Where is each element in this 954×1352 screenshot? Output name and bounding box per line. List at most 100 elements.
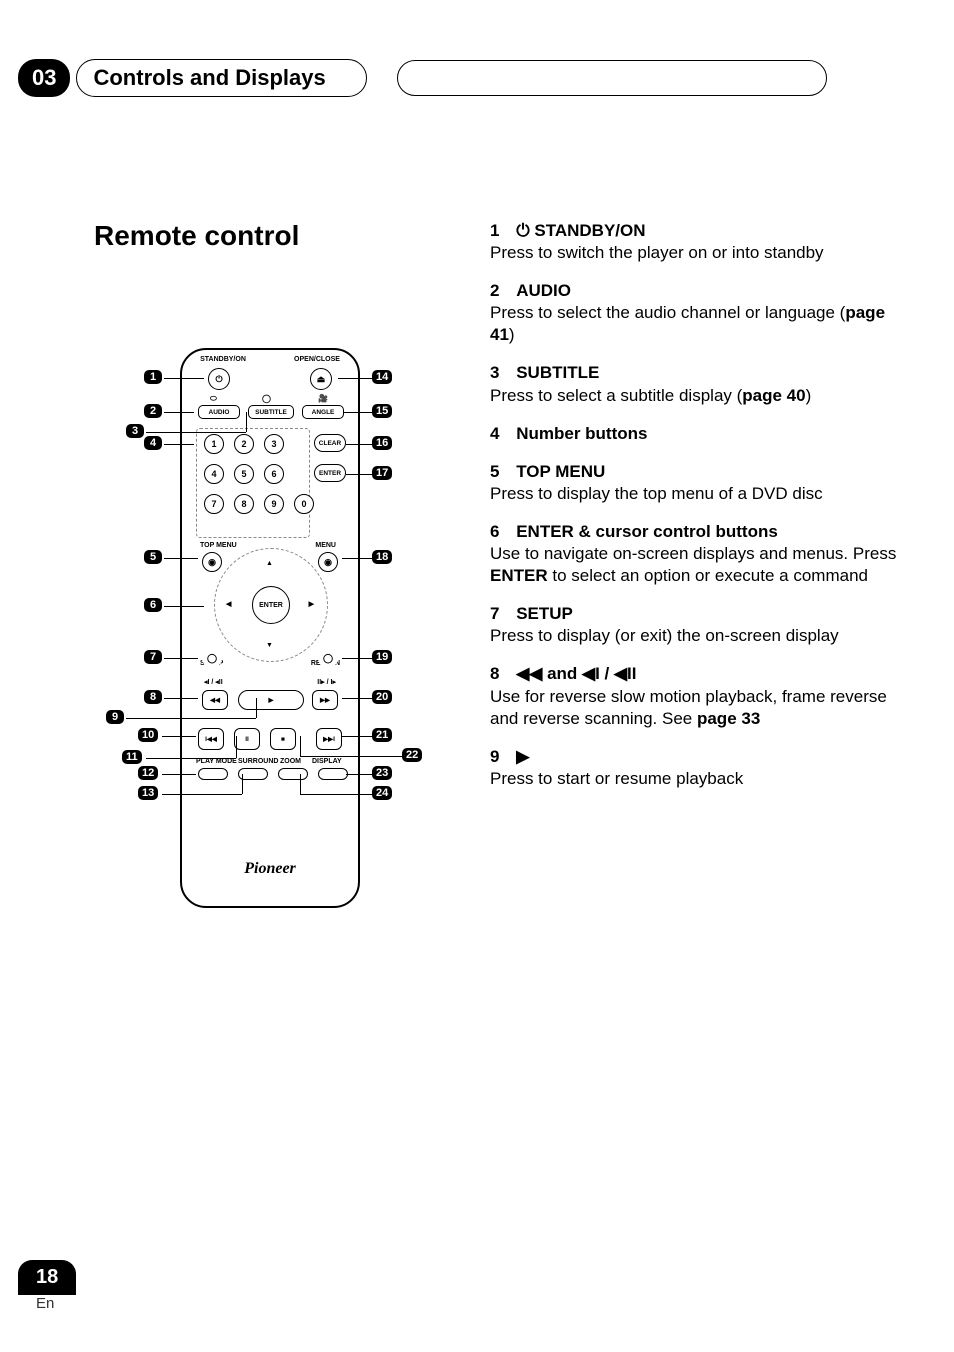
desc-5: 5 TOP MENU Press to display the top menu… bbox=[490, 461, 910, 505]
desc-6-title: ENTER & cursor control buttons bbox=[516, 522, 778, 541]
display-label: DISPLAY bbox=[312, 758, 342, 765]
desc-3-num: 3 bbox=[490, 363, 499, 382]
section-heading: Remote control bbox=[94, 220, 299, 252]
leader-24 bbox=[300, 794, 372, 795]
open-close-label: OPEN/CLOSE bbox=[292, 356, 342, 363]
page-lang: En bbox=[36, 1295, 76, 1312]
callout-18: 18 bbox=[372, 550, 392, 564]
play-button[interactable]: ▶ bbox=[238, 690, 304, 710]
menu-label: MENU bbox=[315, 542, 336, 549]
topmenu-button[interactable]: ◉ bbox=[202, 552, 222, 572]
desc-6-num: 6 bbox=[490, 522, 499, 541]
callout-8: 8 bbox=[144, 690, 162, 704]
fast-forward-button[interactable]: ▶▶ bbox=[312, 690, 338, 710]
desc-8-body-pre: Use for reverse slow motion playback, fr… bbox=[490, 687, 887, 728]
clear-button[interactable]: CLEAR bbox=[314, 434, 346, 452]
leader-7 bbox=[164, 658, 198, 659]
prev-button[interactable]: I◀◀ bbox=[198, 728, 224, 750]
desc-3-page: page 40 bbox=[742, 386, 805, 405]
desc-1: 1 ⏻ STANDBY/ON Press to switch the playe… bbox=[490, 220, 910, 264]
angle-button[interactable]: ANGLE bbox=[302, 405, 344, 419]
desc-8-page: page 33 bbox=[697, 709, 760, 728]
desc-4-title: Number buttons bbox=[516, 424, 647, 443]
desc-4-num: 4 bbox=[490, 424, 499, 443]
number-4-button[interactable]: 4 bbox=[204, 464, 224, 484]
page-footer: 18 En bbox=[18, 1260, 76, 1312]
number-0-button[interactable]: 0 bbox=[294, 494, 314, 514]
descriptions-column: 1 ⏻ STANDBY/ON Press to switch the playe… bbox=[490, 220, 910, 806]
callout-23: 23 bbox=[372, 766, 392, 780]
callout-20: 20 bbox=[372, 690, 392, 704]
desc-7-body: Press to display (or exit) the on-screen… bbox=[490, 626, 839, 645]
angle-icon: 🎥 bbox=[318, 394, 328, 403]
desc-1-num: 1 bbox=[490, 221, 499, 240]
callout-4: 4 bbox=[144, 436, 162, 450]
callout-10: 10 bbox=[138, 728, 158, 742]
subtitle-button[interactable]: SUBTITLE bbox=[248, 405, 294, 419]
dvd-icon: ⬭ bbox=[210, 394, 217, 404]
leader-17 bbox=[346, 474, 372, 475]
number-6-button[interactable]: 6 bbox=[264, 464, 284, 484]
leader-20 bbox=[342, 698, 372, 699]
next-button[interactable]: ▶▶I bbox=[316, 728, 342, 750]
leader-9 bbox=[126, 718, 256, 719]
leader-24v bbox=[300, 774, 301, 794]
callout-3: 3 bbox=[126, 424, 144, 438]
leader-21 bbox=[342, 736, 372, 737]
callout-17: 17 bbox=[372, 466, 392, 480]
callout-5: 5 bbox=[144, 550, 162, 564]
number-2-button[interactable]: 2 bbox=[234, 434, 254, 454]
page-header: 03 Controls and Displays bbox=[18, 58, 916, 98]
number-8-button[interactable]: 8 bbox=[234, 494, 254, 514]
chapter-number-badge: 03 bbox=[18, 59, 70, 97]
pause-button[interactable]: II bbox=[234, 728, 260, 750]
return-button[interactable]: ◯ bbox=[318, 648, 338, 668]
playmode-button[interactable] bbox=[198, 768, 228, 780]
callout-13: 13 bbox=[138, 786, 158, 800]
number-9-button[interactable]: 9 bbox=[264, 494, 284, 514]
leader-13 bbox=[162, 794, 242, 795]
number-3-button[interactable]: 3 bbox=[264, 434, 284, 454]
zoom-button[interactable] bbox=[278, 768, 308, 780]
callout-11: 11 bbox=[122, 750, 142, 764]
number-1-button[interactable]: 1 bbox=[204, 434, 224, 454]
cursor-down-icon: ▼ bbox=[266, 642, 273, 649]
scan-right-label: II▸ / I▸ bbox=[317, 678, 336, 686]
enter-button[interactable]: ENTER bbox=[252, 586, 290, 624]
desc-6: 6 ENTER & cursor control buttons Use to … bbox=[490, 521, 910, 587]
number-5-button[interactable]: 5 bbox=[234, 464, 254, 484]
number-7-button[interactable]: 7 bbox=[204, 494, 224, 514]
leader-2 bbox=[164, 412, 194, 413]
leader-8 bbox=[164, 698, 198, 699]
desc-5-body: Press to display the top menu of a DVD d… bbox=[490, 484, 823, 503]
callout-19: 19 bbox=[372, 650, 392, 664]
rewind-button[interactable]: ◀◀ bbox=[202, 690, 228, 710]
desc-7: 7 SETUP Press to display (or exit) the o… bbox=[490, 603, 910, 647]
cursor-left-icon: ◀ bbox=[226, 600, 231, 608]
setup-button[interactable]: ◯ bbox=[202, 648, 222, 668]
stop-button[interactable]: ■ bbox=[270, 728, 296, 750]
enter-small-button[interactable]: ENTER bbox=[314, 464, 346, 482]
desc-3-title: SUBTITLE bbox=[516, 363, 599, 382]
menu-button[interactable]: ◉ bbox=[318, 552, 338, 572]
leader-14 bbox=[338, 378, 372, 379]
leader-22 bbox=[300, 756, 402, 757]
leader-22v bbox=[300, 736, 301, 756]
desc-9: 9 ▶ Press to start or resume playback bbox=[490, 746, 910, 790]
desc-2-title: AUDIO bbox=[516, 281, 571, 300]
display-button[interactable] bbox=[318, 768, 348, 780]
desc-7-num: 7 bbox=[490, 604, 499, 623]
callout-6: 6 bbox=[144, 598, 162, 612]
leader-3v bbox=[246, 412, 247, 432]
standby-label: STANDBY/ON bbox=[198, 356, 248, 363]
chapter-title: Controls and Displays bbox=[76, 59, 366, 97]
desc-8-title: ◀◀ and ◀I / ◀II bbox=[516, 664, 636, 683]
desc-8-num: 8 bbox=[490, 664, 499, 683]
disc-icon: ◯ bbox=[262, 394, 271, 403]
open-close-button[interactable]: ⏏ bbox=[310, 368, 332, 390]
leader-12 bbox=[162, 774, 196, 775]
topmenu-label: TOP MENU bbox=[200, 542, 237, 549]
audio-button[interactable]: AUDIO bbox=[198, 405, 240, 419]
standby-button[interactable]: ⏻ bbox=[208, 368, 230, 390]
leader-16 bbox=[346, 444, 372, 445]
